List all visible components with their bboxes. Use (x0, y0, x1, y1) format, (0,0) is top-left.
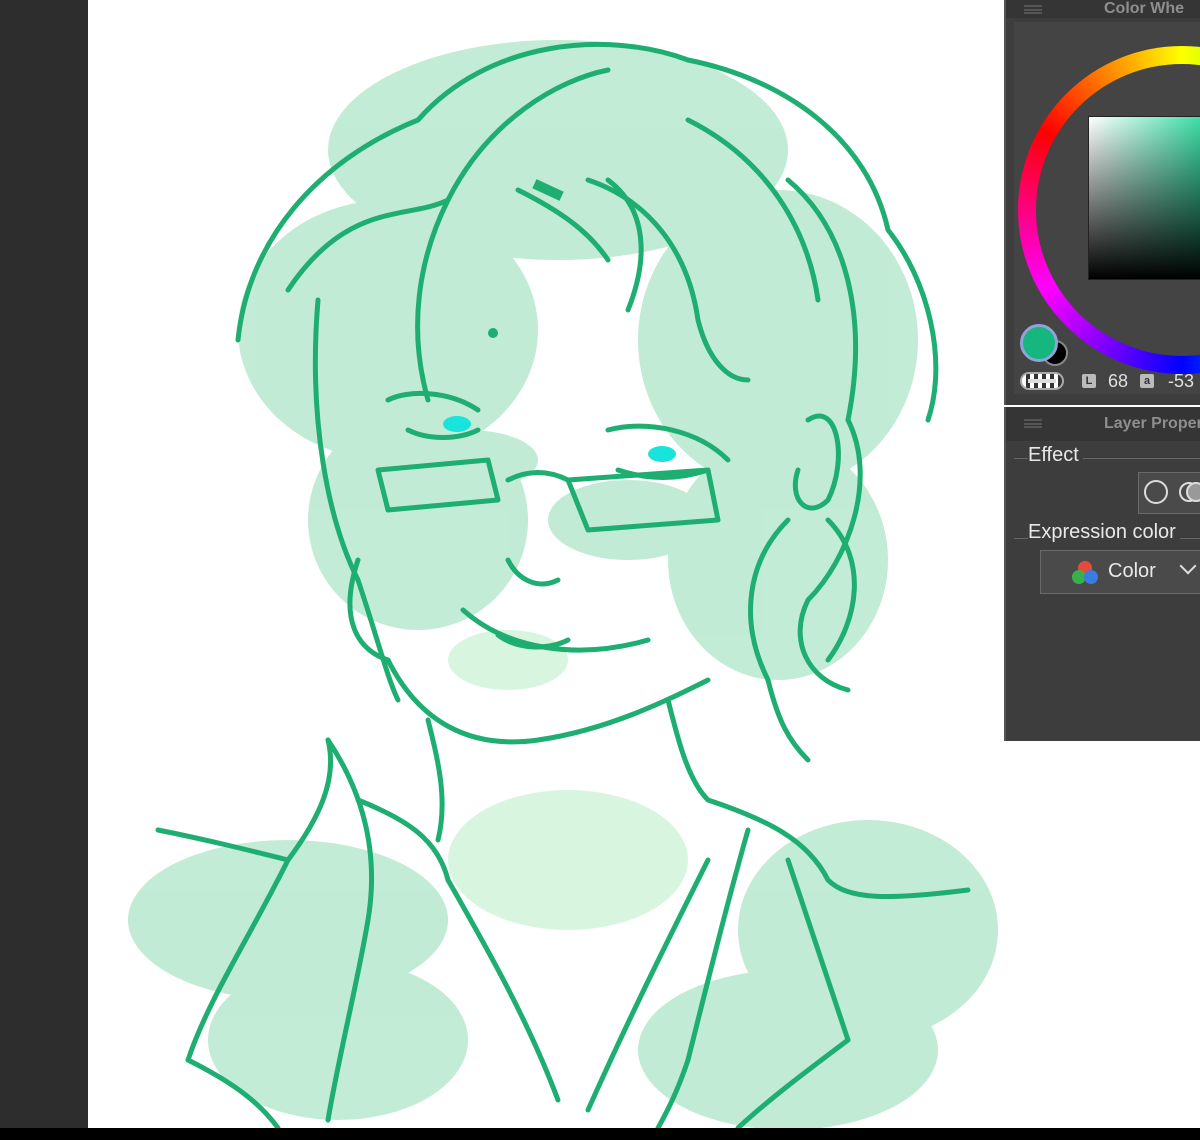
channel-l-icon: L (1082, 374, 1096, 388)
channel-l-value[interactable]: 68 (1108, 370, 1128, 392)
layer-property-title: Layer Proper (1104, 415, 1200, 432)
color-wheel-body: L 68 a -53 (1014, 22, 1200, 394)
menu-icon[interactable] (1024, 5, 1042, 14)
channel-a-icon: a (1140, 374, 1154, 388)
saturation-value-square[interactable] (1088, 116, 1200, 280)
main-color-swatch[interactable] (1020, 324, 1058, 362)
color-wheel-title: Color Whe (1104, 0, 1184, 17)
layer-property-header[interactable]: Layer Proper (1006, 407, 1200, 441)
color-wheel-header[interactable]: Color Whe (1006, 0, 1200, 18)
left-gutter (0, 0, 88, 1128)
expression-color-value: Color (1108, 560, 1156, 582)
rgb-circles-icon (1072, 561, 1098, 584)
expression-color-label: Expression color (1028, 521, 1180, 544)
bottom-bar (0, 1128, 1200, 1140)
overlapping-circles-icon[interactable] (1178, 478, 1200, 506)
transparent-color-toggle[interactable] (1020, 372, 1064, 390)
color-wheel-panel: Color Whe L 68 a -53 (1004, 0, 1200, 405)
circle-outline-icon[interactable] (1144, 480, 1168, 504)
effect-label: Effect (1028, 444, 1083, 467)
menu-icon[interactable] (1024, 419, 1042, 428)
channel-a-value[interactable]: -53 (1168, 370, 1194, 392)
